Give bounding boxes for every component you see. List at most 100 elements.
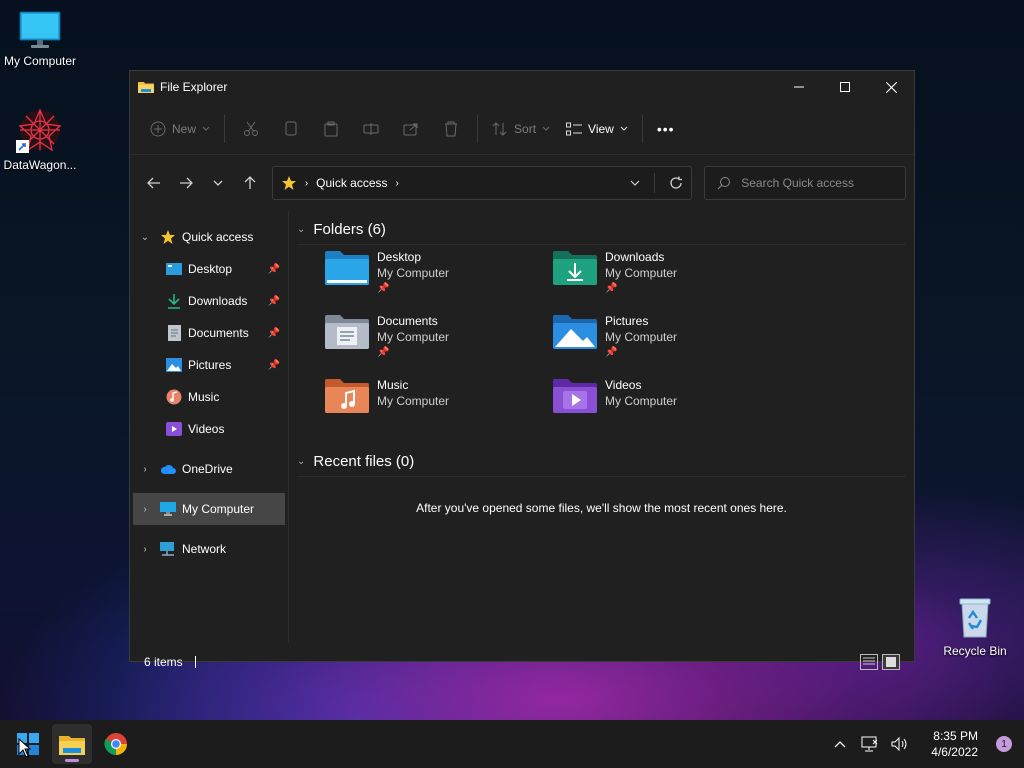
- chevron-down-icon[interactable]: [630, 180, 640, 186]
- nav-item-network[interactable]: › Network: [130, 533, 288, 565]
- folder-tile-downloads[interactable]: Downloads My Computer 📌: [553, 249, 781, 313]
- chevron-right-icon[interactable]: ›: [138, 504, 152, 515]
- folder-location: My Computer: [605, 394, 678, 408]
- chevron-down-icon[interactable]: ⌄: [138, 232, 152, 243]
- nav-item-label: Quick access: [182, 230, 254, 244]
- pin-icon: 📌: [267, 263, 280, 275]
- folder-tile-music[interactable]: Music My Computer: [325, 377, 553, 441]
- sort-button[interactable]: Sort: [484, 113, 558, 145]
- nav-item-label: Desktop: [188, 262, 233, 276]
- nav-item-desktop[interactable]: Desktop 📌: [130, 253, 288, 285]
- folder-name: Videos: [605, 378, 642, 392]
- videos-folder-icon: [553, 379, 597, 413]
- notification-badge[interactable]: 1: [996, 736, 1012, 752]
- nav-item-pictures[interactable]: Pictures 📌: [130, 349, 288, 381]
- close-icon: [885, 81, 897, 93]
- chevron-down-icon: [202, 126, 210, 131]
- back-button[interactable]: [138, 167, 170, 199]
- chevron-right-icon[interactable]: ›: [396, 178, 399, 189]
- volume-button[interactable]: [889, 733, 911, 755]
- command-bar: New Sort View •••: [130, 103, 914, 155]
- breadcrumb[interactable]: Quick access: [316, 176, 387, 190]
- details-view-button[interactable]: [860, 654, 878, 670]
- chevron-right-icon[interactable]: ›: [138, 544, 152, 555]
- maximize-button[interactable]: [822, 71, 868, 103]
- more-options-button[interactable]: •••: [649, 113, 683, 145]
- nav-item-downloads[interactable]: Downloads 📌: [130, 285, 288, 317]
- folder-name: Pictures: [605, 314, 649, 328]
- datawagon-app-icon: [16, 108, 62, 153]
- folder-name: Documents: [377, 314, 438, 328]
- status-divider: [194, 656, 196, 668]
- show-hidden-icons-button[interactable]: [829, 733, 851, 755]
- picture-icon: [166, 357, 182, 373]
- nav-item-my-computer[interactable]: › My Computer: [133, 493, 285, 525]
- more-icon: •••: [656, 120, 675, 137]
- new-button[interactable]: New: [142, 113, 218, 145]
- title-bar[interactable]: File Explorer: [130, 71, 914, 103]
- folder-tile-pictures[interactable]: Pictures My Computer 📌: [553, 313, 781, 377]
- file-explorer-icon: [59, 736, 85, 755]
- recent-header-label: Recent files (0): [313, 453, 415, 470]
- recent-locations-button[interactable]: [202, 167, 234, 199]
- delete-button[interactable]: [431, 113, 471, 145]
- details-view-icon: [863, 657, 875, 665]
- nav-item-videos[interactable]: Videos: [130, 413, 288, 445]
- star-icon: [160, 229, 176, 245]
- nav-item-label: Music: [188, 390, 220, 404]
- folder-tile-desktop[interactable]: Desktop My Computer 📌: [325, 249, 553, 313]
- large-icons-view-button[interactable]: [882, 654, 900, 670]
- pin-icon: 📌: [605, 283, 618, 294]
- nav-item-onedrive[interactable]: › OneDrive: [130, 453, 288, 485]
- nav-item-music[interactable]: Music: [130, 381, 288, 413]
- desktop-icon-recycle-bin[interactable]: Recycle Bin: [935, 596, 1015, 658]
- music-note-icon: [166, 389, 182, 405]
- system-tray: 8:35 PM 4/6/2022 1: [829, 728, 1024, 760]
- arrow-right-icon: [179, 177, 193, 189]
- clock[interactable]: 8:35 PM 4/6/2022: [931, 728, 978, 760]
- divider: [224, 114, 226, 143]
- paste-button[interactable]: [311, 113, 351, 145]
- nav-item-documents[interactable]: Documents 📌: [130, 317, 288, 349]
- nav-item-label: Downloads: [188, 294, 248, 308]
- music-folder-icon: [325, 379, 369, 413]
- minimize-button[interactable]: [776, 71, 822, 103]
- taskbar: 8:35 PM 4/6/2022 1: [0, 720, 1024, 768]
- trash-icon: [445, 121, 458, 136]
- rename-icon: [363, 122, 379, 135]
- desktop-icon-label: DataWagon...: [3, 158, 77, 172]
- up-button[interactable]: [234, 167, 266, 199]
- search-icon: [717, 177, 731, 190]
- mouse-pointer-icon: [18, 738, 32, 758]
- rename-button[interactable]: [351, 113, 391, 145]
- desktop-icon-my-computer[interactable]: My Computer: [0, 10, 80, 68]
- desktop-icon-datawagon[interactable]: DataWagon...: [0, 106, 80, 172]
- folder-tile-videos[interactable]: Videos My Computer: [553, 377, 781, 441]
- refresh-icon[interactable]: [669, 176, 683, 190]
- share-button[interactable]: [391, 113, 431, 145]
- view-button[interactable]: View: [558, 113, 636, 145]
- pictures-folder-icon: [553, 315, 597, 349]
- nav-item-label: Network: [182, 542, 227, 556]
- copy-button[interactable]: [271, 113, 311, 145]
- divider: [654, 173, 656, 193]
- recent-files-section-header[interactable]: ⌄ Recent files (0): [297, 447, 906, 477]
- downloads-folder-icon: [553, 251, 597, 285]
- nav-item-quick-access[interactable]: ⌄ Quick access: [130, 221, 288, 253]
- navigation-pane: ⌄ Quick access Desktop 📌 Downloads 📌 Doc…: [130, 211, 289, 643]
- folder-tile-documents[interactable]: Documents My Computer 📌: [325, 313, 553, 377]
- close-button[interactable]: [868, 71, 914, 103]
- download-arrow-icon: [166, 293, 182, 309]
- chevron-right-icon[interactable]: ›: [138, 464, 152, 475]
- monitor-icon: [19, 11, 61, 48]
- taskbar-chrome[interactable]: [96, 724, 136, 764]
- pin-icon: 📌: [377, 283, 390, 294]
- address-row: › Quick access › Search Quick access: [130, 155, 914, 211]
- network-status-button[interactable]: [859, 733, 881, 755]
- forward-button[interactable]: [170, 167, 202, 199]
- taskbar-file-explorer[interactable]: [52, 724, 92, 764]
- address-bar[interactable]: › Quick access ›: [271, 166, 693, 200]
- cut-button[interactable]: [231, 113, 271, 145]
- folders-section-header[interactable]: ⌄ Folders (6): [297, 215, 906, 245]
- search-input[interactable]: Search Quick access: [704, 166, 906, 200]
